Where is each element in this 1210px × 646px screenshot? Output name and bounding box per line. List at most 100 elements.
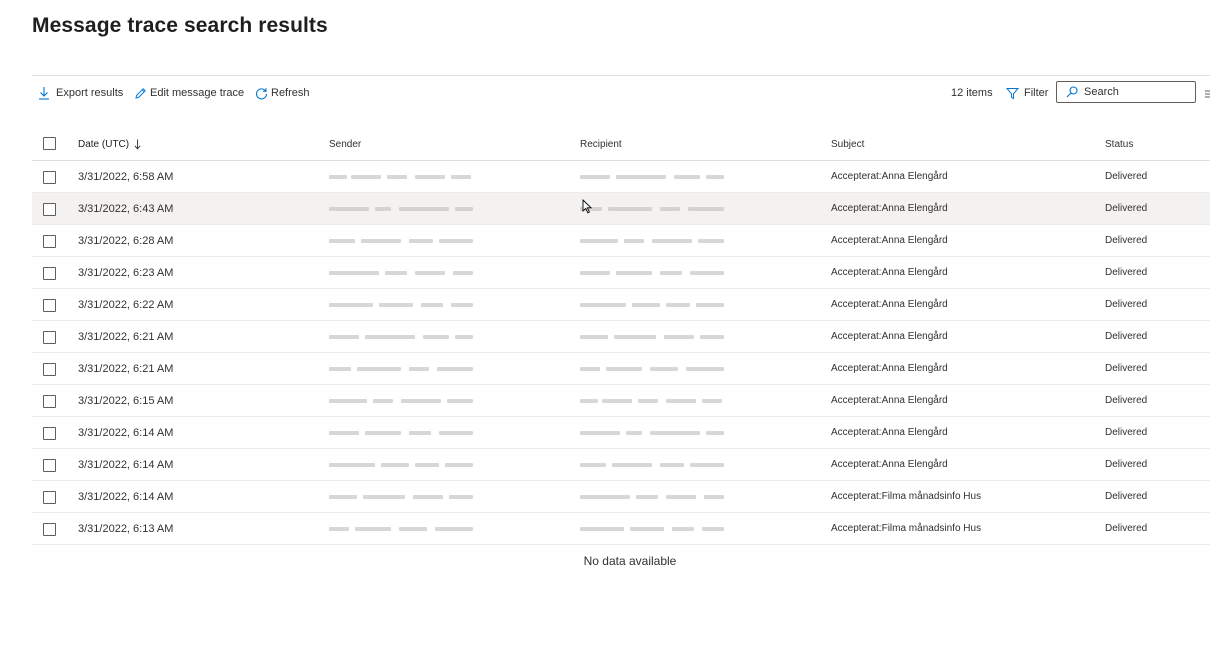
row-status: Delivered bbox=[1105, 203, 1148, 214]
redacted-sender bbox=[329, 524, 474, 534]
row-sender bbox=[329, 225, 474, 256]
edit-message-trace-button[interactable]: Edit message trace bbox=[134, 80, 244, 106]
filter-button[interactable]: Filter bbox=[1006, 80, 1048, 106]
row-date: 3/31/2022, 6:15 AM bbox=[78, 394, 174, 407]
column-header-date[interactable]: Date (UTC) bbox=[78, 128, 141, 160]
arrow-down-icon bbox=[134, 139, 141, 150]
table-row[interactable]: 3/31/2022, 6:15 AM Accepterat:Anna Elengå… bbox=[32, 385, 1210, 417]
row-status: Delivered bbox=[1105, 491, 1148, 502]
row-date: 3/31/2022, 6:14 AM bbox=[78, 426, 174, 439]
redacted-recipient bbox=[580, 364, 725, 374]
search-box[interactable] bbox=[1056, 81, 1196, 103]
row-subject: Accepterat:Anna Elengård bbox=[831, 171, 948, 182]
row-subject: Accepterat:Anna Elengård bbox=[831, 363, 948, 374]
row-recipient bbox=[580, 289, 725, 320]
column-header-status[interactable]: Status bbox=[1105, 128, 1133, 160]
redacted-recipient bbox=[580, 460, 725, 470]
column-header-sender[interactable]: Sender bbox=[329, 128, 361, 160]
filter-icon bbox=[1006, 87, 1019, 100]
table-row[interactable]: 3/31/2022, 6:14 AM Accepterat:Filma månad… bbox=[32, 481, 1210, 513]
row-checkbox[interactable] bbox=[43, 427, 56, 440]
row-status: Delivered bbox=[1105, 363, 1148, 374]
row-checkbox[interactable] bbox=[43, 363, 56, 376]
pencil-icon bbox=[134, 87, 147, 100]
select-all-checkbox[interactable] bbox=[43, 137, 56, 150]
refresh-label: Refresh bbox=[271, 87, 310, 99]
table-row[interactable]: 3/31/2022, 6:28 AM Accepterat:Anna Elengå… bbox=[32, 225, 1210, 257]
redacted-sender bbox=[329, 172, 474, 182]
row-checkbox[interactable] bbox=[43, 395, 56, 408]
row-recipient bbox=[580, 481, 725, 512]
redacted-recipient bbox=[580, 524, 725, 534]
row-date: 3/31/2022, 6:23 AM bbox=[78, 266, 174, 279]
toolbar-divider bbox=[32, 75, 1210, 76]
search-input[interactable] bbox=[1084, 86, 1184, 98]
table-row[interactable]: 3/31/2022, 6:23 AM Accepterat:Anna Elengå… bbox=[32, 257, 1210, 289]
row-sender bbox=[329, 385, 474, 416]
row-checkbox[interactable] bbox=[43, 235, 56, 248]
export-results-label: Export results bbox=[56, 87, 124, 99]
results-table: Date (UTC) Sender Recipient Subject Stat… bbox=[32, 128, 1210, 545]
row-sender bbox=[329, 513, 474, 544]
row-date: 3/31/2022, 6:13 AM bbox=[78, 522, 174, 535]
row-status: Delivered bbox=[1105, 267, 1148, 278]
table-row[interactable]: 3/31/2022, 6:14 AM Accepterat:Anna Elengå… bbox=[32, 417, 1210, 449]
row-sender bbox=[329, 449, 474, 480]
row-checkbox[interactable] bbox=[43, 331, 56, 344]
more-icon[interactable] bbox=[1205, 86, 1210, 104]
export-results-button[interactable]: Export results bbox=[38, 80, 123, 106]
row-date: 3/31/2022, 6:58 AM bbox=[78, 170, 174, 183]
row-recipient bbox=[580, 225, 725, 256]
row-subject: Accepterat:Anna Elengård bbox=[831, 235, 948, 246]
row-subject: Accepterat:Filma månadsinfo Hus bbox=[831, 491, 982, 502]
edit-message-trace-label: Edit message trace bbox=[150, 87, 245, 99]
row-sender bbox=[329, 161, 474, 192]
table-row[interactable]: 3/31/2022, 6:58 AM Accepterat:Anna Elengå… bbox=[32, 161, 1210, 193]
row-checkbox[interactable] bbox=[43, 459, 56, 472]
row-subject: Accepterat:Filma månadsinfo Hus bbox=[831, 523, 982, 534]
row-date: 3/31/2022, 6:14 AM bbox=[78, 458, 174, 471]
row-status: Delivered bbox=[1105, 235, 1148, 246]
row-status: Delivered bbox=[1105, 171, 1148, 182]
table-row[interactable]: 3/31/2022, 6:14 AM Accepterat:Anna Elengå… bbox=[32, 449, 1210, 481]
row-status: Delivered bbox=[1105, 299, 1148, 310]
row-checkbox[interactable] bbox=[43, 523, 56, 536]
row-checkbox[interactable] bbox=[43, 267, 56, 280]
row-recipient bbox=[580, 321, 725, 352]
redacted-sender bbox=[329, 204, 474, 214]
table-row[interactable]: 3/31/2022, 6:21 AM Accepterat:Anna Elengå… bbox=[32, 353, 1210, 385]
refresh-button[interactable]: Refresh bbox=[255, 80, 310, 106]
row-subject: Accepterat:Anna Elengård bbox=[831, 459, 948, 470]
table-row[interactable]: 3/31/2022, 6:43 AM Accepterat:Anna Elengå… bbox=[32, 193, 1210, 225]
row-sender bbox=[329, 193, 474, 224]
no-data-message: No data available bbox=[583, 554, 677, 568]
row-checkbox[interactable] bbox=[43, 171, 56, 184]
row-sender bbox=[329, 257, 474, 288]
row-checkbox[interactable] bbox=[43, 491, 56, 504]
redacted-sender bbox=[329, 492, 474, 502]
row-sender bbox=[329, 289, 474, 320]
row-checkbox[interactable] bbox=[43, 203, 56, 216]
row-recipient bbox=[580, 161, 725, 192]
row-subject: Accepterat:Anna Elengård bbox=[831, 299, 948, 310]
redacted-sender bbox=[329, 396, 474, 406]
row-recipient bbox=[580, 449, 725, 480]
download-icon bbox=[38, 86, 50, 100]
table-header: Date (UTC) Sender Recipient Subject Stat… bbox=[32, 128, 1210, 161]
page-title: Message trace search results bbox=[32, 14, 328, 37]
column-header-subject[interactable]: Subject bbox=[831, 128, 864, 160]
row-recipient bbox=[580, 513, 725, 544]
redacted-recipient bbox=[580, 492, 725, 502]
row-date: 3/31/2022, 6:22 AM bbox=[78, 298, 174, 311]
table-row[interactable]: 3/31/2022, 6:13 AM Accepterat:Filma månad… bbox=[32, 513, 1210, 545]
redacted-sender bbox=[329, 460, 474, 470]
items-count: 12 items bbox=[951, 87, 993, 99]
redacted-sender bbox=[329, 236, 474, 246]
table-row[interactable]: 3/31/2022, 6:22 AM Accepterat:Anna Elengå… bbox=[32, 289, 1210, 321]
column-header-recipient[interactable]: Recipient bbox=[580, 128, 622, 160]
table-row[interactable]: 3/31/2022, 6:21 AM Accepterat:Anna Elengå… bbox=[32, 321, 1210, 353]
row-checkbox[interactable] bbox=[43, 299, 56, 312]
redacted-sender bbox=[329, 428, 474, 438]
redacted-recipient bbox=[580, 172, 725, 182]
redacted-sender bbox=[329, 364, 474, 374]
